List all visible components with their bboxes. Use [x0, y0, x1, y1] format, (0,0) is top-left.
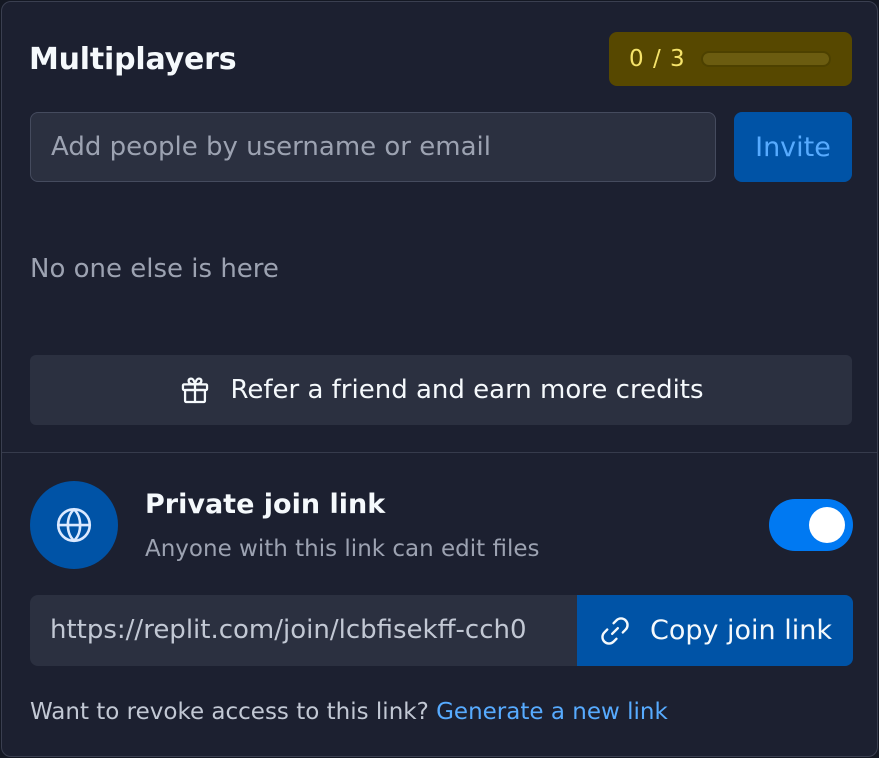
usage-progress-bar — [701, 51, 831, 67]
globe-avatar — [30, 481, 118, 569]
link-icon — [601, 616, 629, 645]
usage-count: 0 / 3 — [629, 46, 686, 72]
gift-icon — [182, 377, 209, 404]
copy-join-link-button[interactable]: Copy join link — [577, 595, 853, 666]
join-link-title: Private join link — [145, 489, 386, 520]
toggle-knob — [809, 507, 845, 543]
copy-join-link-label: Copy join link — [649, 615, 833, 646]
refer-friend-label: Refer a friend and earn more credits — [230, 375, 704, 405]
join-link-subtitle: Anyone with this link can edit files — [145, 536, 540, 562]
invite-input[interactable] — [30, 112, 716, 182]
join-link-url[interactable]: https://replit.com/join/lcbfisekff-cch0 — [30, 595, 578, 666]
generate-new-link[interactable]: Generate a new link — [436, 699, 668, 725]
section-divider — [2, 452, 877, 453]
members-empty-text: No one else is here — [30, 254, 279, 284]
multiplayers-panel: Multiplayers 0 / 3 Invite No one else is… — [1, 1, 878, 757]
revoke-row: Want to revoke access to this link? Gene… — [30, 696, 668, 728]
invite-button[interactable]: Invite — [734, 112, 852, 182]
globe-icon — [56, 507, 92, 543]
usage-indicator: 0 / 3 — [609, 32, 852, 86]
panel-title: Multiplayers — [29, 42, 237, 77]
join-link-toggle[interactable] — [769, 499, 853, 551]
refer-friend-button[interactable]: Refer a friend and earn more credits — [30, 355, 852, 425]
revoke-text: Want to revoke access to this link? — [30, 699, 429, 725]
